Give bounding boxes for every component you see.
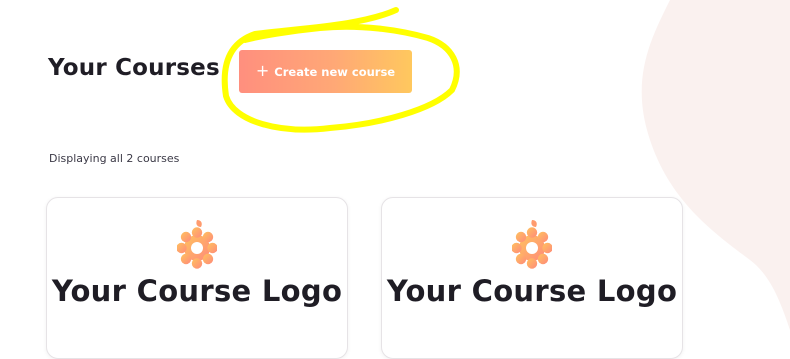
course-card[interactable]: Your Course Logo — [381, 197, 683, 359]
page-title: Your Courses — [48, 55, 220, 81]
create-course-label: Create new course — [274, 64, 396, 79]
course-logo-text: Your Course Logo — [386, 274, 678, 308]
create-course-button[interactable]: + Create new course — [239, 50, 412, 93]
plus-icon: + — [255, 60, 270, 80]
course-logo-text: Your Course Logo — [51, 274, 343, 308]
apple-flower-icon — [512, 220, 552, 269]
course-card[interactable]: Your Course Logo — [46, 197, 348, 359]
course-count-text: Displaying all 2 courses — [49, 152, 180, 165]
apple-flower-icon — [177, 220, 217, 269]
